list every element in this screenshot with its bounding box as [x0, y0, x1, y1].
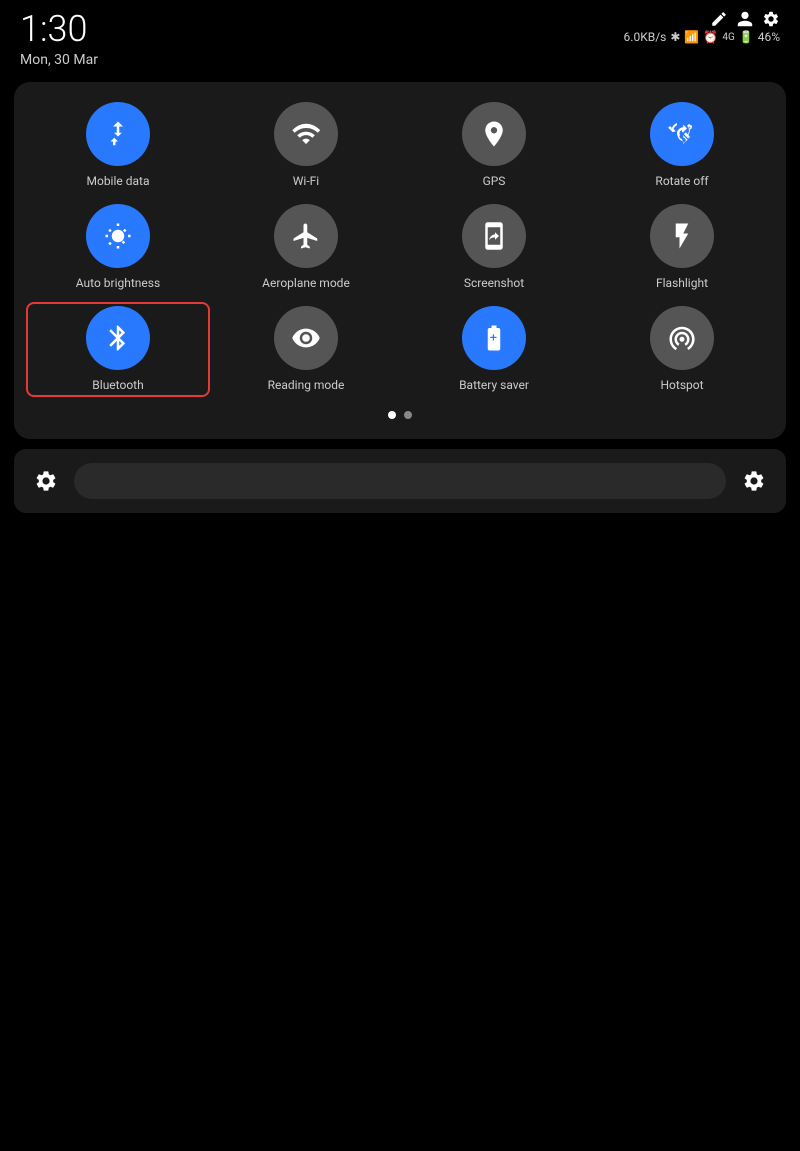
- alarm-icon: ⏰: [703, 30, 718, 44]
- qs-item-auto-brightness[interactable]: Auto brightness: [26, 200, 210, 294]
- qs-item-mobile-data[interactable]: Mobile data: [26, 98, 210, 192]
- qs-grid: Mobile data Wi-Fi GPS: [26, 98, 774, 397]
- settings-icon-right[interactable]: [742, 469, 766, 493]
- status-icons: [710, 10, 780, 28]
- screenshot-label: Screenshot: [464, 276, 524, 290]
- hotspot-icon-circle: [650, 306, 714, 370]
- pagination-dots: [26, 411, 774, 419]
- network-speed: 6.0KB/s: [624, 30, 667, 44]
- qs-item-hotspot[interactable]: Hotspot: [590, 302, 774, 396]
- status-date: Mon, 30 Mar: [20, 52, 98, 68]
- gps-label: GPS: [483, 174, 506, 188]
- battery-saver-icon-circle: [462, 306, 526, 370]
- brightness-slider[interactable]: [74, 463, 726, 499]
- qs-item-gps[interactable]: GPS: [402, 98, 586, 192]
- qs-item-battery-saver[interactable]: Battery saver: [402, 302, 586, 396]
- status-info: 6.0KB/s ✱ 📶 ⏰ 4G 🔋 46%: [624, 30, 780, 44]
- status-right: 6.0KB/s ✱ 📶 ⏰ 4G 🔋 46%: [624, 10, 780, 44]
- reading-mode-icon-circle: [274, 306, 338, 370]
- screenshot-icon-circle: [462, 204, 526, 268]
- status-left: 1:30 Mon, 30 Mar: [20, 10, 98, 68]
- flashlight-icon-circle: [650, 204, 714, 268]
- qs-item-screenshot[interactable]: Screenshot: [402, 200, 586, 294]
- flashlight-icon: [667, 221, 697, 251]
- rotate-off-icon: [667, 119, 697, 149]
- gps-icon-circle: [462, 102, 526, 166]
- dot-1: [388, 411, 396, 419]
- status-bar: 1:30 Mon, 30 Mar 6.0KB/s ✱ 📶 ⏰ 4G 🔋 46%: [0, 0, 800, 74]
- mobile-data-label: Mobile data: [87, 174, 150, 188]
- settings-icon-top[interactable]: [762, 10, 780, 28]
- mobile-data-icon-circle: [86, 102, 150, 166]
- bt-icon: ✱: [670, 30, 680, 44]
- bluetooth-icon-circle: [86, 306, 150, 370]
- rotate-off-label: Rotate off: [655, 174, 708, 188]
- flashlight-label: Flashlight: [656, 276, 708, 290]
- edit-icon: [710, 10, 728, 28]
- bottom-bar: [14, 449, 786, 513]
- qs-item-bluetooth[interactable]: Bluetooth: [26, 302, 210, 396]
- aeroplane-mode-label: Aeroplane mode: [262, 276, 350, 290]
- qs-item-flashlight[interactable]: Flashlight: [590, 200, 774, 294]
- gps-icon: [479, 119, 509, 149]
- qs-item-aeroplane-mode[interactable]: Aeroplane mode: [214, 200, 398, 294]
- account-icon: [736, 10, 754, 28]
- aeroplane-mode-icon: [291, 221, 321, 251]
- quick-settings-panel: Mobile data Wi-Fi GPS: [14, 82, 786, 439]
- qs-item-reading-mode[interactable]: Reading mode: [214, 302, 398, 396]
- bluetooth-label: Bluetooth: [92, 378, 143, 392]
- 4g-icon: 4G: [722, 32, 734, 43]
- hotspot-icon: [667, 323, 697, 353]
- screenshot-icon: [479, 221, 509, 251]
- auto-brightness-label: Auto brightness: [76, 276, 160, 290]
- settings-icon-left[interactable]: [34, 469, 58, 493]
- auto-brightness-icon: [103, 221, 133, 251]
- wifi-label: Wi-Fi: [293, 174, 319, 188]
- rotate-off-icon-circle: [650, 102, 714, 166]
- reading-mode-icon: [291, 323, 321, 353]
- battery-saver-label: Battery saver: [459, 378, 529, 392]
- battery-percent: 46%: [758, 30, 780, 44]
- dot-2: [404, 411, 412, 419]
- hotspot-label: Hotspot: [660, 378, 703, 392]
- auto-brightness-icon-circle: [86, 204, 150, 268]
- wifi-icon-circle: [274, 102, 338, 166]
- signal-icon: 📶: [684, 30, 699, 44]
- reading-mode-label: Reading mode: [268, 378, 345, 392]
- bluetooth-icon: [103, 323, 133, 353]
- aeroplane-mode-icon-circle: [274, 204, 338, 268]
- wifi-icon: [291, 119, 321, 149]
- mobile-data-icon: [103, 119, 133, 149]
- qs-item-rotate-off[interactable]: Rotate off: [590, 98, 774, 192]
- status-time: 1:30: [20, 10, 98, 50]
- battery-saver-icon: [479, 323, 509, 353]
- battery-icon: 🔋: [739, 30, 754, 44]
- qs-item-wifi[interactable]: Wi-Fi: [214, 98, 398, 192]
